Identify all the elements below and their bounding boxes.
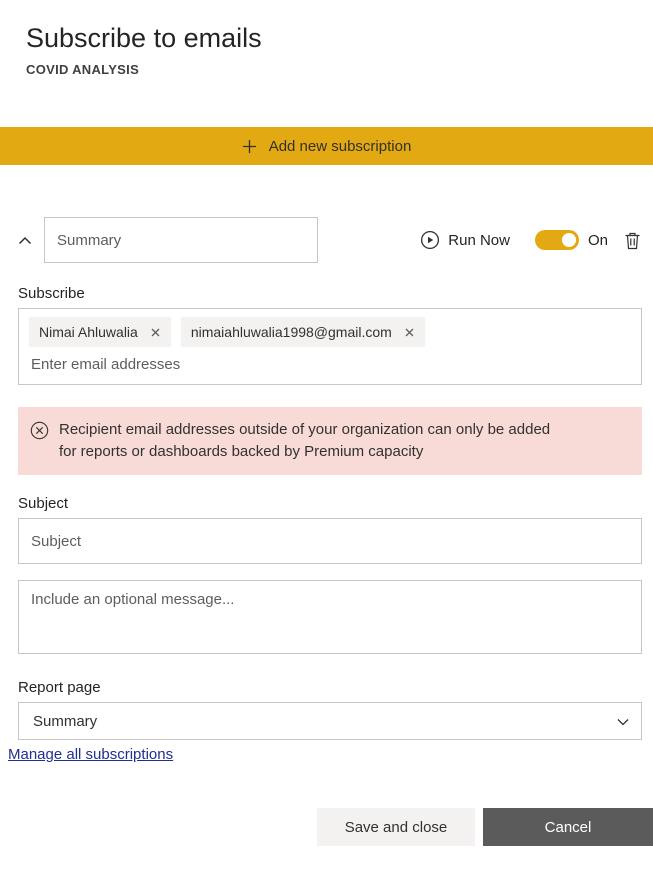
report-name: COVID ANALYSIS [26, 62, 653, 77]
recipient-chip[interactable]: Nimai Ahluwalia [29, 317, 171, 347]
subject-label: Subject [18, 495, 653, 512]
run-now-icon[interactable] [420, 230, 440, 250]
recipient-chips: Nimai Ahluwalia nimaiahluwalia1998@gmail… [29, 317, 631, 347]
cancel-button[interactable]: Cancel [483, 808, 653, 846]
remove-recipient-icon[interactable] [150, 327, 161, 338]
page-title: Subscribe to emails [26, 20, 653, 56]
recipients-box[interactable]: Nimai Ahluwalia nimaiahluwalia1998@gmail… [18, 308, 642, 385]
premium-warning-banner: Recipient email addresses outside of you… [18, 407, 642, 475]
footer-buttons: Save and close Cancel [317, 808, 653, 846]
warning-message: Recipient email addresses outside of you… [59, 419, 564, 463]
plus-icon [242, 139, 257, 154]
report-page-label: Report page [18, 679, 653, 696]
subscription-controls: Run Now On [420, 230, 641, 250]
subject-input[interactable] [18, 518, 642, 564]
dialog-footer: Manage all subscriptions Save and close … [0, 740, 653, 869]
subscription-name-input[interactable] [44, 217, 318, 263]
email-address-input[interactable] [29, 356, 329, 373]
recipient-chip[interactable]: nimaiahluwalia1998@gmail.com [181, 317, 425, 347]
toggle-knob [562, 233, 576, 247]
add-new-subscription-button[interactable]: Add new subscription [0, 127, 653, 165]
report-page-value: Summary [33, 713, 97, 730]
report-page-select[interactable]: Summary [18, 702, 642, 740]
remove-recipient-icon[interactable] [404, 327, 415, 338]
save-and-close-button[interactable]: Save and close [317, 808, 475, 846]
add-new-subscription-label: Add new subscription [269, 138, 412, 155]
subscription-header-row: Run Now On [0, 217, 653, 263]
manage-subscriptions-link[interactable]: Manage all subscriptions [8, 746, 173, 763]
chevron-down-icon [617, 713, 629, 730]
subscription-enabled-toggle[interactable] [535, 230, 579, 250]
delete-subscription-icon[interactable] [624, 231, 641, 250]
toggle-state-label: On [588, 232, 608, 249]
collapse-chevron-icon[interactable] [18, 236, 44, 245]
subscribe-label: Subscribe [18, 285, 653, 302]
run-now-label[interactable]: Run Now [448, 232, 510, 249]
optional-message-input[interactable] [18, 580, 642, 654]
recipient-name: nimaiahluwalia1998@gmail.com [191, 324, 392, 340]
error-circle-icon [30, 421, 49, 445]
dialog-header: Subscribe to emails COVID ANALYSIS [0, 0, 653, 77]
recipient-name: Nimai Ahluwalia [39, 324, 138, 340]
